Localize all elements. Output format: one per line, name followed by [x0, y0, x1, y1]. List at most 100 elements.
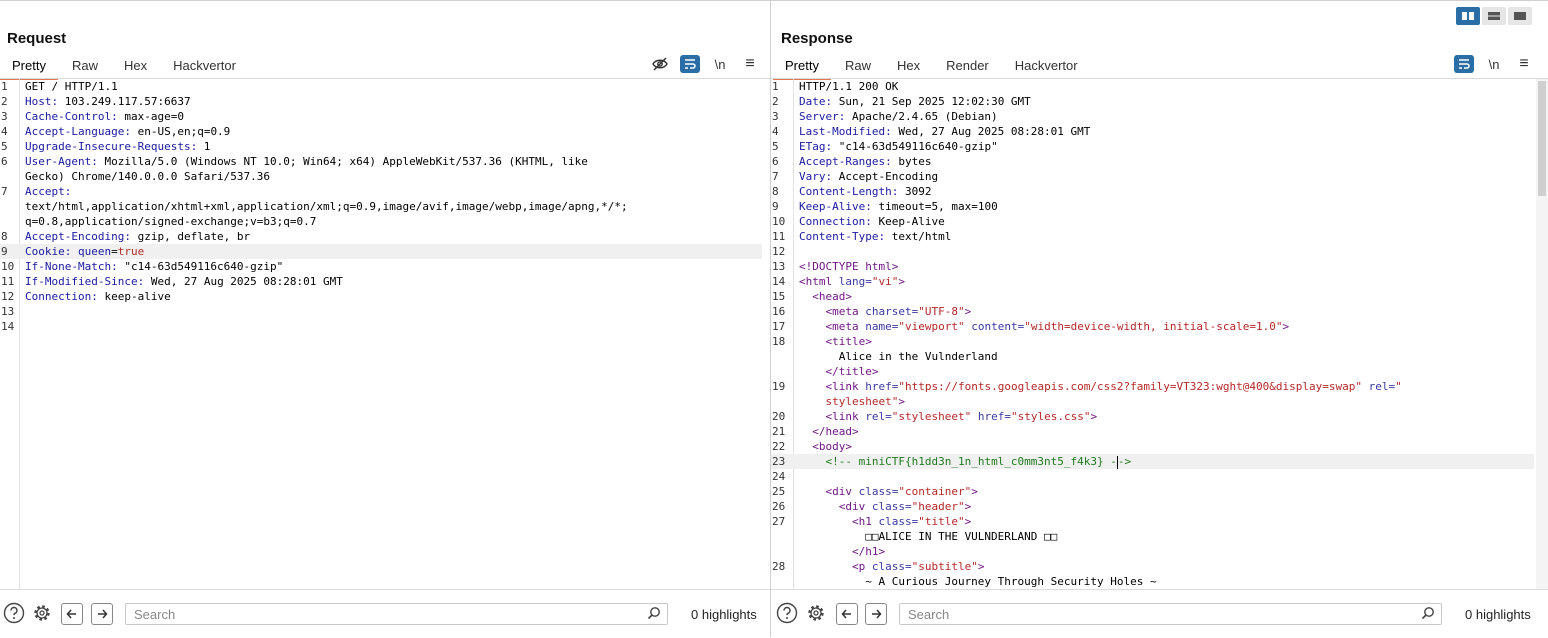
settings-gear-icon[interactable]: [31, 602, 53, 624]
code-text: If-None-Match: "c14-63d549116c640-gzip": [25, 260, 284, 273]
code-line: 8 Accept-Encoding: gzip, deflate, br: [0, 229, 762, 244]
line-number: 27: [772, 515, 786, 528]
response-tabs: Pretty Raw Hex Render Hackvertor: [773, 55, 1092, 80]
highlights-count: 0 highlights: [691, 607, 757, 622]
code-line: 14 <html lang="vi">: [771, 274, 1534, 289]
previous-button[interactable]: [836, 603, 858, 625]
code-text: Last-Modified: Wed, 27 Aug 2025 08:28:01…: [799, 125, 1091, 138]
code-line: 10 Connection: Keep-Alive: [771, 214, 1534, 229]
line-number: 26: [772, 500, 786, 513]
next-button[interactable]: [865, 603, 887, 625]
code-text: <head>: [812, 290, 852, 303]
tab-render[interactable]: Render: [934, 55, 1001, 78]
line-number: 13: [1, 305, 15, 318]
tab-pretty[interactable]: Pretty: [0, 55, 58, 80]
code-line: 10 If-None-Match: "c14-63d549116c640-gzip…: [0, 259, 762, 274]
code-text: Date: Sun, 21 Sep 2025 12:02:30 GMT: [799, 95, 1031, 108]
code-text: <div class="header">: [838, 500, 972, 513]
code-text: User-Agent: Mozilla/5.0 (Windows NT 10.0…: [25, 155, 588, 168]
code-text: ~ A Curious Journey Through Security Hol…: [799, 575, 1157, 588]
line-number: 23: [772, 455, 786, 468]
code-line: text/html,application/xhtml+xml,applicat…: [0, 199, 762, 214]
wrap-icon[interactable]: [1454, 55, 1474, 73]
line-number: 25: [772, 485, 786, 498]
code-text: q=0.8,application/signed-exchange;v=b3;q…: [25, 215, 317, 228]
code-text: GET / HTTP/1.1: [25, 80, 118, 93]
code-text: □□ALICE IN THE VULNDERLAND □□: [799, 530, 1058, 543]
line-number: 5: [772, 140, 779, 153]
response-pane: Response Pretty Raw Hex Render Hackvertor \n…: [771, 0, 1548, 638]
tab-hackvertor[interactable]: Hackvertor: [161, 55, 248, 78]
code-text: Cache-Control: max-age=0: [25, 110, 184, 123]
tab-raw[interactable]: Raw: [833, 55, 883, 78]
code-line: 5 ETag: "c14-63d549116c640-gzip": [771, 139, 1534, 154]
help-icon[interactable]: [776, 602, 798, 624]
code-text: <div class="container">: [825, 485, 978, 498]
code-text: Accept:: [25, 185, 72, 198]
response-search: [899, 603, 1442, 625]
code-line: 21 </head>: [771, 424, 1534, 439]
wrap-icon[interactable]: [680, 55, 700, 73]
line-number: 18: [772, 335, 786, 348]
code-line: 11 If-Modified-Since: Wed, 27 Aug 2025 08…: [0, 274, 762, 289]
settings-gear-icon[interactable]: [805, 602, 827, 624]
code-text: <body>: [812, 440, 852, 453]
code-text: <meta name="viewport" content="width=dev…: [825, 320, 1290, 333]
menu-icon[interactable]: ≡: [1514, 55, 1534, 73]
search-icon: [647, 606, 661, 625]
next-button[interactable]: [91, 603, 113, 625]
line-number: 28: [772, 560, 786, 573]
tab-hex[interactable]: Hex: [885, 55, 932, 78]
menu-icon[interactable]: ≡: [740, 55, 760, 73]
line-number: 10: [1, 260, 15, 273]
eye-slash-icon[interactable]: [650, 55, 670, 73]
code-line: 2 Date: Sun, 21 Sep 2025 12:02:30 GMT: [771, 94, 1534, 109]
code-text: Server: Apache/2.4.65 (Debian): [799, 110, 998, 123]
search-input[interactable]: [134, 606, 594, 622]
code-text: Accept-Encoding: gzip, deflate, br: [25, 230, 251, 243]
code-line: 1 HTTP/1.1 200 OK: [771, 79, 1534, 94]
code-line: 7 Accept:: [0, 184, 762, 199]
help-icon[interactable]: [3, 602, 25, 624]
code-line: 4 Accept-Language: en-US,en;q=0.9: [0, 124, 762, 139]
newline-toggle[interactable]: \n: [710, 55, 730, 73]
search-input[interactable]: [908, 606, 1368, 622]
code-line: 22 <body>: [771, 439, 1534, 454]
code-line: stylesheet">: [771, 394, 1534, 409]
previous-button[interactable]: [61, 603, 83, 625]
code-line: 2 Host: 103.249.117.57:6637: [0, 94, 762, 109]
tab-raw[interactable]: Raw: [60, 55, 110, 78]
code-line: 14: [0, 319, 762, 334]
code-line: 6 User-Agent: Mozilla/5.0 (Windows NT 10.…: [0, 154, 762, 169]
code-line: 20 <link rel="stylesheet" href="styles.c…: [771, 409, 1534, 424]
code-line: 9 Keep-Alive: timeout=5, max=100: [771, 199, 1534, 214]
code-line: 1 GET / HTTP/1.1: [0, 79, 762, 94]
line-number: 11: [1, 275, 15, 288]
request-bottom-bar: 0 highlights: [0, 589, 770, 638]
scrollbar-thumb[interactable]: [1538, 81, 1546, 196]
line-number: 15: [772, 290, 786, 303]
code-text: Vary: Accept-Encoding: [799, 170, 939, 183]
request-editor[interactable]: 1 GET / HTTP/1.1 2 Host: 103.249.117.57:663…: [0, 79, 762, 589]
code-line: 4 Last-Modified: Wed, 27 Aug 2025 08:28:0…: [771, 124, 1534, 139]
code-text: <p class="subtitle">: [851, 560, 985, 573]
search-icon: [1421, 606, 1435, 625]
code-text: Host: 103.249.117.57:6637: [25, 95, 191, 108]
code-text: Content-Type: text/html: [799, 230, 952, 243]
code-text: <h1 class="title">: [851, 515, 972, 528]
tab-pretty[interactable]: Pretty: [773, 55, 831, 80]
code-line: Alice in the Vulnderland: [771, 349, 1534, 364]
code-line: 3 Server: Apache/2.4.65 (Debian): [771, 109, 1534, 124]
response-editor[interactable]: 1 HTTP/1.1 200 OK 2 Date: Sun, 21 Sep 2025 …: [771, 79, 1534, 589]
request-title: Request: [7, 30, 67, 47]
code-line: q=0.8,application/signed-exchange;v=b3;q…: [0, 214, 762, 229]
line-number: 17: [772, 320, 786, 333]
tab-hex[interactable]: Hex: [112, 55, 159, 78]
tab-hackvertor[interactable]: Hackvertor: [1003, 55, 1090, 78]
line-number: 20: [772, 410, 786, 423]
request-search: [125, 603, 668, 625]
newline-toggle[interactable]: \n: [1484, 55, 1504, 73]
response-scrollbar[interactable]: [1536, 79, 1548, 589]
line-number: 12: [1, 290, 15, 303]
highlights-count: 0 highlights: [1465, 607, 1531, 622]
